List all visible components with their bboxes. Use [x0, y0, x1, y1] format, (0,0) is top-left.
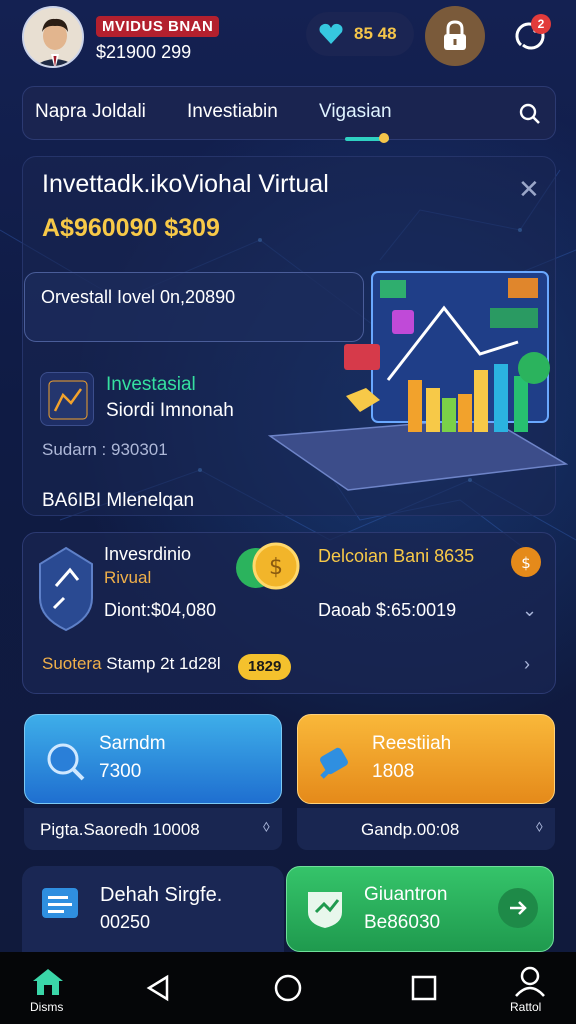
- giuantron-title: Giuantron: [364, 884, 448, 905]
- status-key: Suotera: [42, 654, 102, 673]
- investment-card-right-title: Delcoian Bani 8635: [318, 546, 474, 567]
- user-balance: $21900 299: [96, 42, 192, 62]
- sarndm-button[interactable]: Sarndm 7300: [24, 714, 282, 804]
- sarndm-sub: Pigta.Saoredh 10008 ⬨: [24, 808, 282, 850]
- tab-napra-joldali[interactable]: Napra Joldali: [35, 101, 146, 123]
- profile-nav-label: Rattol: [510, 1000, 542, 1014]
- section-title: BA6IBI Mlenelqan: [42, 490, 195, 511]
- dehah-value: 00250: [100, 912, 151, 932]
- pin-icon[interactable]: ⬨: [536, 818, 543, 836]
- arrow-right-button[interactable]: [498, 888, 538, 928]
- investment-card-detail: Diont:$04,080: [104, 600, 217, 620]
- coin-badge-icon: $: [511, 547, 541, 577]
- tab-investiabin[interactable]: Investiabin: [187, 101, 278, 123]
- chart-illustration: [268, 271, 568, 491]
- square-icon: [411, 975, 437, 1001]
- chevron-down-icon[interactable]: ⌄: [522, 600, 537, 621]
- svg-text:$: $: [521, 554, 531, 572]
- reestiiah-button[interactable]: Reestiiah 1808: [297, 714, 555, 804]
- gems-value: 85 48: [354, 24, 397, 43]
- tab-vigasian[interactable]: Vigasian: [319, 101, 392, 123]
- back-triangle-icon: [146, 974, 169, 1002]
- right-title-text: Delcoian: [318, 546, 389, 566]
- back-nav-button[interactable]: [138, 968, 178, 1008]
- user-icon: [515, 966, 545, 997]
- user-name: MVIDUS BNAN: [96, 16, 220, 37]
- reestiiah-value: 1808: [372, 761, 415, 782]
- home-circle-nav-button[interactable]: [268, 968, 308, 1008]
- profile-nav-button[interactable]: [510, 962, 550, 1002]
- chevron-right-icon[interactable]: ›: [524, 654, 530, 675]
- search-button[interactable]: [513, 97, 547, 131]
- sarndm-title: Sarndm: [99, 733, 166, 754]
- gems-counter[interactable]: 85 48: [306, 12, 414, 56]
- close-icon[interactable]: ✕: [518, 174, 540, 205]
- hero-title: Invettadk.ikoViohal Virtual: [42, 170, 329, 198]
- investment-label: Investasial: [106, 374, 196, 395]
- home-nav-button[interactable]: [28, 962, 68, 1002]
- shield-chart-icon: [308, 892, 342, 928]
- pin-icon[interactable]: ⬨: [263, 818, 270, 836]
- notifications-button[interactable]: 2: [505, 12, 555, 60]
- status-text: Stamp 2t 1d28l: [106, 654, 221, 673]
- notification-badge: 2: [531, 14, 551, 34]
- search-icon: [519, 103, 540, 124]
- chart-badge-icon: [48, 380, 88, 420]
- lock-button[interactable]: [425, 6, 485, 66]
- status-line: Suotera Stamp 2t 1d28l: [42, 654, 221, 674]
- tab-bar: Napra Joldali Investiabin Vigasian: [22, 86, 556, 143]
- magnifier-coin-icon: [47, 743, 85, 781]
- reestiiah-title: Reestiiah: [372, 733, 452, 754]
- avatar[interactable]: [22, 6, 84, 68]
- circle-icon: [274, 974, 302, 1002]
- active-tab-dot: [379, 133, 389, 143]
- arrow-right-icon: [510, 901, 527, 915]
- sarndm-value: 7300: [99, 761, 142, 782]
- recents-nav-button[interactable]: [404, 968, 444, 1008]
- right-title-accent: Bani 8635: [393, 546, 475, 566]
- document-chart-icon: [42, 888, 78, 918]
- hero-amount: A$960090 $309: [42, 214, 220, 242]
- coins-icon: $: [236, 542, 300, 590]
- system-nav-bar: [0, 952, 576, 1024]
- heart-gem-icon: [319, 23, 343, 44]
- investment-card-right-detail: Daoab $:65:0019: [318, 600, 457, 620]
- sub-label: Sudarn : 930301: [42, 440, 168, 459]
- status-pill: 1829: [238, 654, 292, 680]
- home-nav-label: Disms: [30, 1000, 64, 1014]
- investment-card-title: Invesrdinio: [104, 544, 192, 564]
- reestiiah-sub: Gandp.00:08 ⬨: [297, 808, 555, 850]
- sarndm-sub-text: Pigta.Saoredh 10008: [40, 820, 200, 839]
- home-icon: [33, 969, 63, 995]
- investment-sublabel: Siordi Imnonah: [106, 400, 234, 421]
- svg-text:$: $: [269, 555, 283, 580]
- investment-card-subtitle: Rivual: [104, 568, 152, 587]
- dehah-title: Dehah Sirgfe.: [100, 884, 223, 906]
- reestiiah-sub-text: Gandp.00:08: [361, 820, 460, 839]
- investment-badge-icon: [40, 372, 94, 426]
- lock-icon: [444, 20, 466, 50]
- shield-icon: [39, 546, 93, 632]
- wallet-icon: [320, 747, 348, 779]
- giuantron-value: Be86030: [364, 912, 441, 933]
